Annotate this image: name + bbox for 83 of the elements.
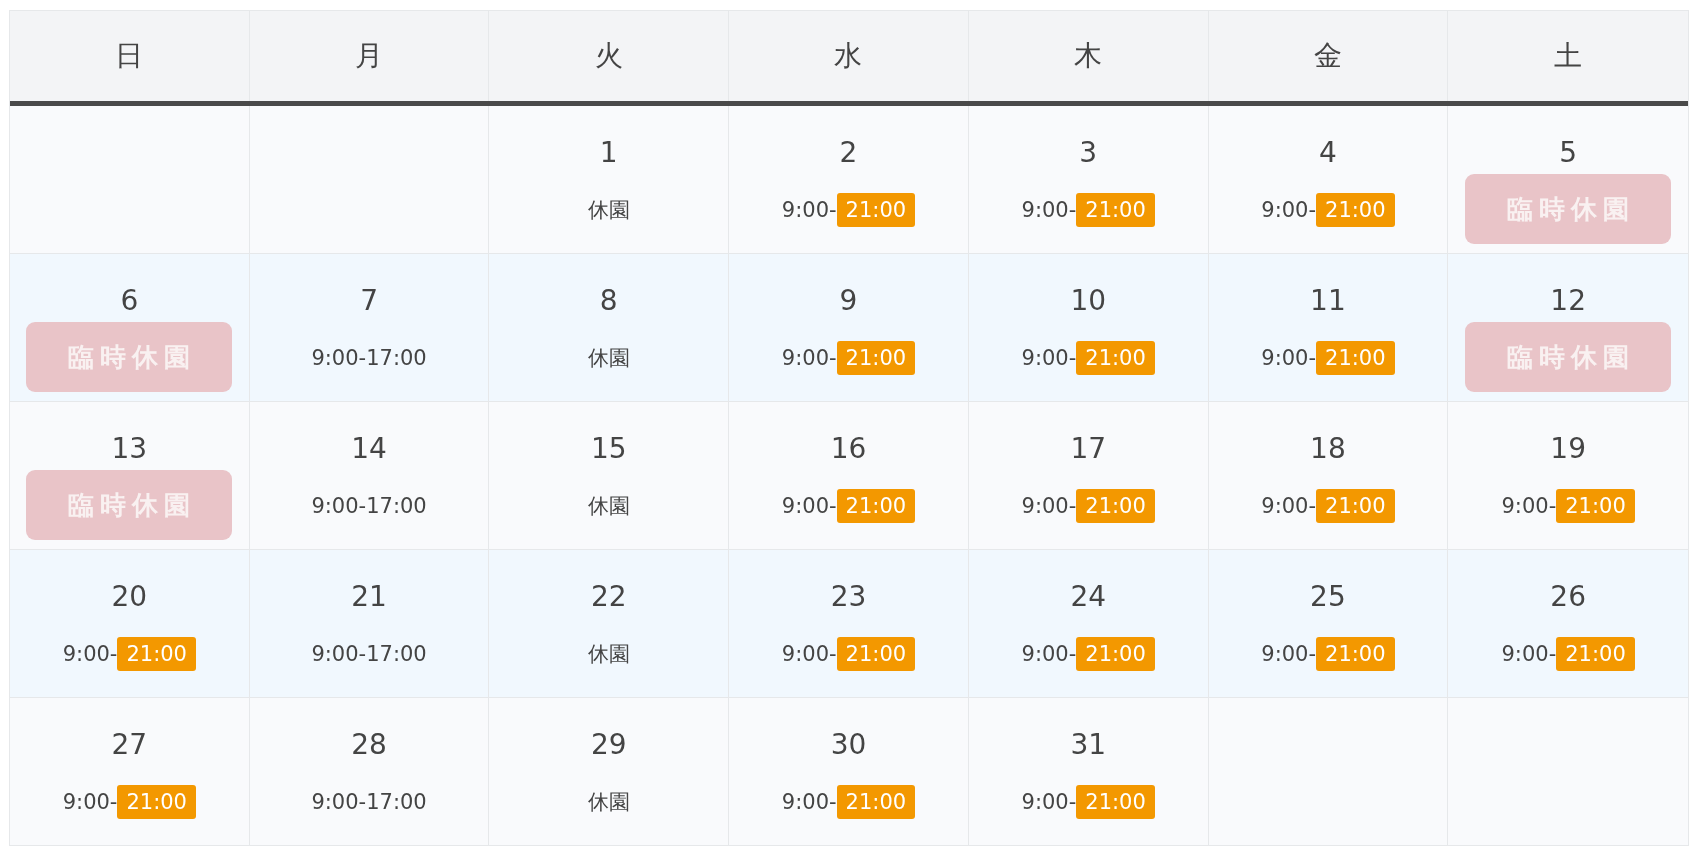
date-number: 23 bbox=[830, 580, 867, 614]
late-closing-badge: 21:00 bbox=[836, 785, 916, 819]
opening-time: 9:00- bbox=[781, 641, 837, 668]
opening-time: 9:00- bbox=[1261, 493, 1317, 520]
opening-time: 9:00- bbox=[781, 345, 837, 372]
date-number: 6 bbox=[120, 284, 139, 318]
date-number: 18 bbox=[1310, 432, 1346, 466]
opening-hours: 9:00-17:00 bbox=[311, 493, 427, 520]
closed-label: 休園 bbox=[587, 789, 630, 816]
late-closing-badge: 21:00 bbox=[1076, 637, 1155, 671]
late-closing-badge: 21:00 bbox=[1316, 637, 1395, 671]
date-number: 8 bbox=[599, 284, 618, 318]
late-closing-badge: 21:00 bbox=[1316, 489, 1395, 523]
date-number: 13 bbox=[111, 432, 148, 466]
opening-time: 9:00- bbox=[781, 789, 837, 816]
date-number: 30 bbox=[830, 728, 867, 762]
date-number: 15 bbox=[590, 432, 627, 466]
weekday-header: 木 bbox=[968, 11, 1209, 101]
opening-time: 9:00- bbox=[1021, 345, 1077, 372]
late-closing-badge: 21:00 bbox=[117, 785, 196, 819]
date-number: 1 bbox=[599, 136, 618, 170]
opening-time: 9:00- bbox=[1261, 641, 1317, 668]
late-closing-badge: 21:00 bbox=[836, 637, 916, 671]
date-number: 29 bbox=[590, 728, 627, 762]
closed-label: 休園 bbox=[587, 345, 630, 372]
opening-time: 9:00- bbox=[781, 493, 837, 520]
date-number: 20 bbox=[111, 580, 148, 614]
late-closing-badge: 21:00 bbox=[836, 489, 916, 523]
opening-time: 9:00- bbox=[1021, 641, 1077, 668]
date-number: 24 bbox=[1070, 580, 1106, 614]
date-number: 5 bbox=[1559, 136, 1578, 170]
late-closing-badge: 21:00 bbox=[1316, 341, 1395, 375]
date-number: 2 bbox=[839, 136, 858, 170]
opening-time: 9:00- bbox=[1021, 493, 1077, 520]
late-closing-badge: 21:00 bbox=[836, 193, 916, 227]
opening-time: 9:00- bbox=[1501, 493, 1557, 520]
date-number: 11 bbox=[1310, 284, 1346, 318]
date-number: 10 bbox=[1070, 284, 1106, 318]
weekday-header: 水 bbox=[729, 11, 969, 101]
weekday-header: 月 bbox=[249, 11, 490, 101]
late-closing-badge: 21:00 bbox=[1076, 785, 1155, 819]
opening-hours: 9:00-17:00 bbox=[311, 345, 427, 372]
closed-label: 休園 bbox=[587, 493, 630, 520]
date-number: 12 bbox=[1550, 284, 1586, 318]
opening-time: 9:00- bbox=[62, 641, 118, 668]
weekday-header: 日 bbox=[10, 11, 250, 101]
date-number: 26 bbox=[1550, 580, 1586, 614]
date-number: 7 bbox=[360, 284, 378, 318]
late-closing-badge: 21:00 bbox=[1556, 637, 1635, 671]
late-closing-badge: 21:00 bbox=[1076, 341, 1155, 375]
date-number: 31 bbox=[1070, 728, 1106, 762]
opening-time: 9:00- bbox=[1261, 345, 1317, 372]
date-number: 9 bbox=[839, 284, 858, 318]
late-closing-badge: 21:00 bbox=[1556, 489, 1635, 523]
date-number: 16 bbox=[830, 432, 867, 466]
opening-time: 9:00- bbox=[1261, 197, 1317, 224]
date-number: 28 bbox=[351, 728, 387, 762]
opening-hours: 9:00-17:00 bbox=[311, 641, 427, 668]
date-number: 14 bbox=[351, 432, 387, 466]
date-number: 25 bbox=[1310, 580, 1346, 614]
late-closing-badge: 21:00 bbox=[1076, 193, 1155, 227]
weekday-header: 火 bbox=[489, 11, 730, 101]
date-number: 19 bbox=[1550, 432, 1586, 466]
late-closing-badge: 21:00 bbox=[836, 341, 916, 375]
closed-label: 休園 bbox=[587, 641, 630, 668]
opening-time: 9:00- bbox=[1021, 789, 1077, 816]
opening-time: 9:00- bbox=[1021, 197, 1077, 224]
date-number: 3 bbox=[1079, 136, 1098, 170]
opening-hours: 9:00-17:00 bbox=[311, 789, 427, 816]
late-closing-badge: 21:00 bbox=[1316, 193, 1395, 227]
date-number: 22 bbox=[590, 580, 627, 614]
late-closing-badge: 21:00 bbox=[117, 637, 196, 671]
opening-time: 9:00- bbox=[781, 197, 837, 224]
date-number: 17 bbox=[1070, 432, 1106, 466]
date-number: 21 bbox=[351, 580, 387, 614]
opening-time: 9:00- bbox=[1501, 641, 1557, 668]
weekday-header: 金 bbox=[1208, 11, 1449, 101]
late-closing-badge: 21:00 bbox=[1076, 489, 1155, 523]
opening-time: 9:00- bbox=[62, 789, 118, 816]
weekday-header: 土 bbox=[1553, 38, 1584, 74]
closed-label: 休園 bbox=[587, 197, 630, 224]
date-number: 4 bbox=[1319, 136, 1337, 170]
date-number: 27 bbox=[111, 728, 148, 762]
